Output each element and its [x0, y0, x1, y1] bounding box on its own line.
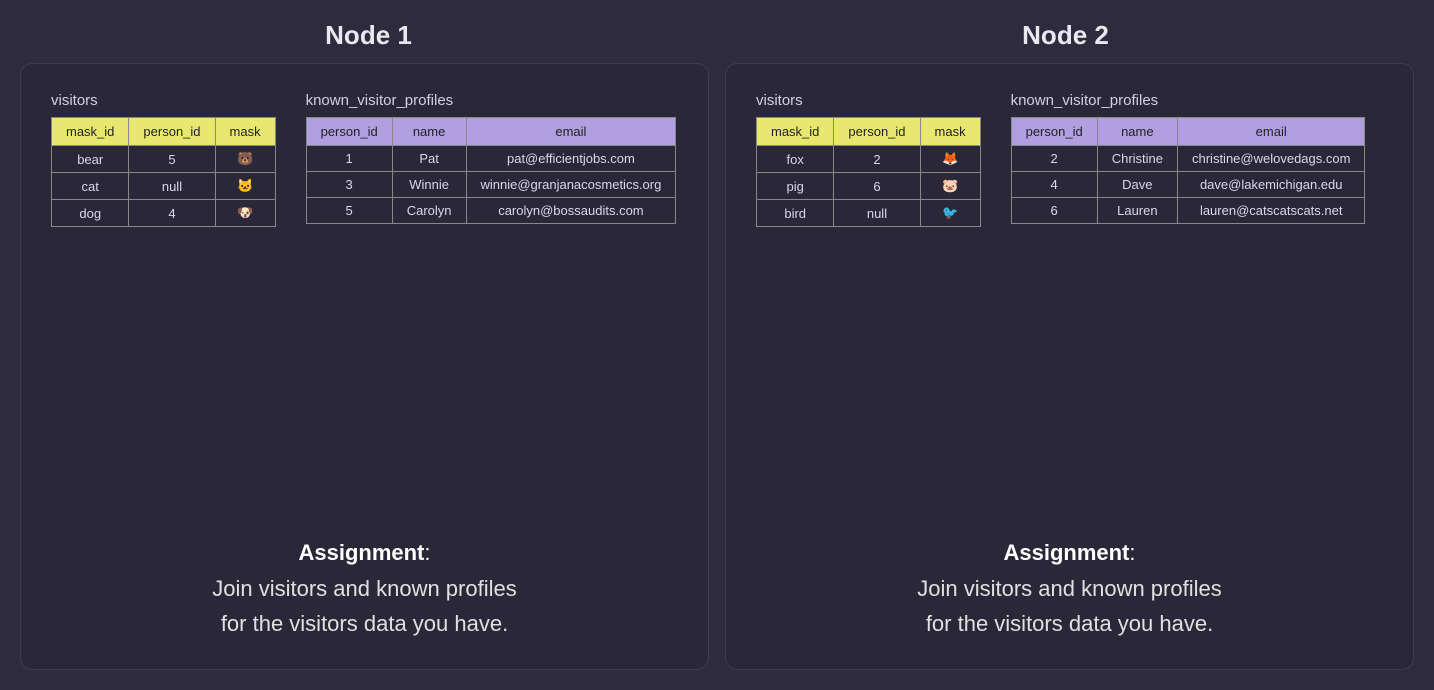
- node-titles: Node 1 Node 2: [20, 20, 1414, 51]
- table-row: 1 Pat pat@efficientjobs.com: [306, 146, 676, 172]
- table-row: bird null 🐦: [757, 200, 981, 227]
- node2-visitors-col-personid: person_id: [834, 118, 920, 146]
- node2-visitors-col-maskid: mask_id: [757, 118, 834, 146]
- node1-visitors-col-personid: person_id: [129, 118, 215, 146]
- node2-profiles-label: known_visitor_profiles: [1011, 92, 1366, 109]
- cell: dave@lakemichigan.edu: [1178, 172, 1365, 198]
- cell: winnie@granjanacosmetics.org: [466, 172, 676, 198]
- node1-assignment: Assignment: Join visitors and known prof…: [51, 515, 678, 641]
- cell: Carolyn: [392, 198, 466, 224]
- cell: 🐱: [215, 173, 275, 200]
- node1-profiles-table-wrapper: known_visitor_profiles person_id name em…: [306, 92, 677, 227]
- node1-profiles-label: known_visitor_profiles: [306, 92, 677, 109]
- node2-profiles-col-name: name: [1097, 118, 1177, 146]
- node1-profiles-col-name: name: [392, 118, 466, 146]
- cell: 1: [306, 146, 392, 172]
- node2-visitors-col-mask: mask: [920, 118, 980, 146]
- table-row: dog 4 🐶: [52, 200, 276, 227]
- cell: christine@welovedags.com: [1178, 146, 1365, 172]
- node2-profiles-col-email: email: [1178, 118, 1365, 146]
- table-row: 2 Christine christine@welovedags.com: [1011, 146, 1365, 172]
- cell: 🐷: [920, 173, 980, 200]
- node1-tables: visitors mask_id person_id mask bear 5: [51, 92, 678, 227]
- cell: 4: [129, 200, 215, 227]
- node2-tables: visitors mask_id person_id mask fox 2: [756, 92, 1383, 227]
- cell: 5: [306, 198, 392, 224]
- cell: null: [129, 173, 215, 200]
- cell: Lauren: [1097, 198, 1177, 224]
- node1-visitors-col-maskid: mask_id: [52, 118, 129, 146]
- cell: Winnie: [392, 172, 466, 198]
- node1-visitors-table-wrapper: visitors mask_id person_id mask bear 5: [51, 92, 276, 227]
- node2-visitors-table-wrapper: visitors mask_id person_id mask fox 2: [756, 92, 981, 227]
- cell: bear: [52, 146, 129, 173]
- node1-profiles-col-personid: person_id: [306, 118, 392, 146]
- cell: Christine: [1097, 146, 1177, 172]
- node2-panel: visitors mask_id person_id mask fox 2: [725, 63, 1414, 670]
- node1-title: Node 1: [20, 20, 717, 51]
- cell: 3: [306, 172, 392, 198]
- node1-profiles-col-email: email: [466, 118, 676, 146]
- table-row: cat null 🐱: [52, 173, 276, 200]
- node1-panel: visitors mask_id person_id mask bear 5: [20, 63, 709, 670]
- cell: 2: [1011, 146, 1097, 172]
- table-row: fox 2 🦊: [757, 146, 981, 173]
- node2-visitors-table: mask_id person_id mask fox 2 🦊 pig: [756, 117, 981, 227]
- cell: 6: [1011, 198, 1097, 224]
- cell: Dave: [1097, 172, 1177, 198]
- node2-assignment-text: Assignment: Join visitors and known prof…: [756, 535, 1383, 641]
- cell: dog: [52, 200, 129, 227]
- cell: lauren@catscatscats.net: [1178, 198, 1365, 224]
- table-row: 3 Winnie winnie@granjanacosmetics.org: [306, 172, 676, 198]
- node1-visitors-col-mask: mask: [215, 118, 275, 146]
- node1-visitors-table: mask_id person_id mask bear 5 🐻 cat: [51, 117, 276, 227]
- cell: pat@efficientjobs.com: [466, 146, 676, 172]
- table-row: 4 Dave dave@lakemichigan.edu: [1011, 172, 1365, 198]
- table-row: bear 5 🐻: [52, 146, 276, 173]
- cell: carolyn@bossaudits.com: [466, 198, 676, 224]
- cell: Pat: [392, 146, 466, 172]
- cell: pig: [757, 173, 834, 200]
- nodes-container: visitors mask_id person_id mask bear 5: [20, 63, 1414, 670]
- node2-visitors-label: visitors: [756, 92, 981, 109]
- table-row: 6 Lauren lauren@catscatscats.net: [1011, 198, 1365, 224]
- node1-visitors-label: visitors: [51, 92, 276, 109]
- cell: 🦊: [920, 146, 980, 173]
- table-row: 5 Carolyn carolyn@bossaudits.com: [306, 198, 676, 224]
- node2-title: Node 2: [717, 20, 1414, 51]
- cell: 🐻: [215, 146, 275, 173]
- cell: 2: [834, 146, 920, 173]
- cell: 6: [834, 173, 920, 200]
- node2-assignment: Assignment: Join visitors and known prof…: [756, 515, 1383, 641]
- cell: 4: [1011, 172, 1097, 198]
- cell: 🐶: [215, 200, 275, 227]
- cell: null: [834, 200, 920, 227]
- cell: cat: [52, 173, 129, 200]
- cell: fox: [757, 146, 834, 173]
- cell: 🐦: [920, 200, 980, 227]
- node2-profiles-table: person_id name email 2 Christine christi…: [1011, 117, 1366, 224]
- cell: 5: [129, 146, 215, 173]
- node1-assignment-text: Assignment: Join visitors and known prof…: [51, 535, 678, 641]
- node2-profiles-col-personid: person_id: [1011, 118, 1097, 146]
- node1-profiles-table: person_id name email 1 Pat pat@efficient…: [306, 117, 677, 224]
- table-row: pig 6 🐷: [757, 173, 981, 200]
- cell: bird: [757, 200, 834, 227]
- node2-profiles-table-wrapper: known_visitor_profiles person_id name em…: [1011, 92, 1366, 227]
